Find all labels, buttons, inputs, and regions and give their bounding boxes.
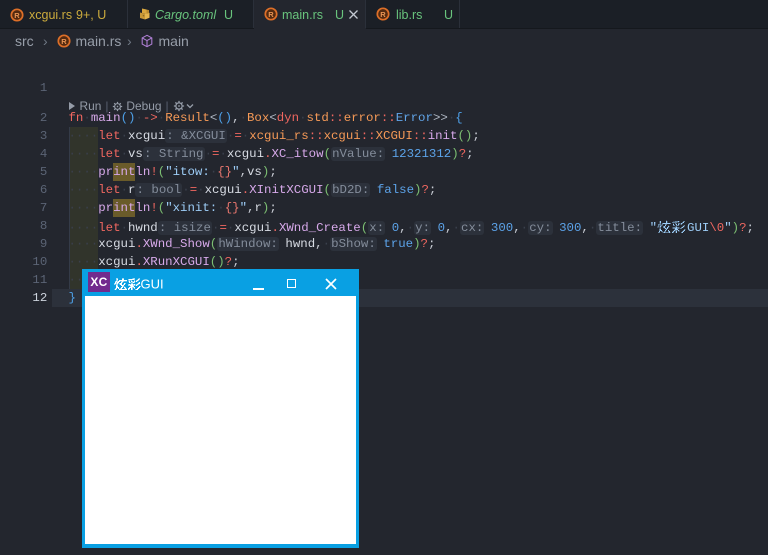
svg-text:R: R (61, 37, 67, 46)
svg-text:R: R (380, 10, 386, 19)
svg-text:R: R (268, 10, 274, 19)
svg-text:R: R (14, 11, 20, 20)
